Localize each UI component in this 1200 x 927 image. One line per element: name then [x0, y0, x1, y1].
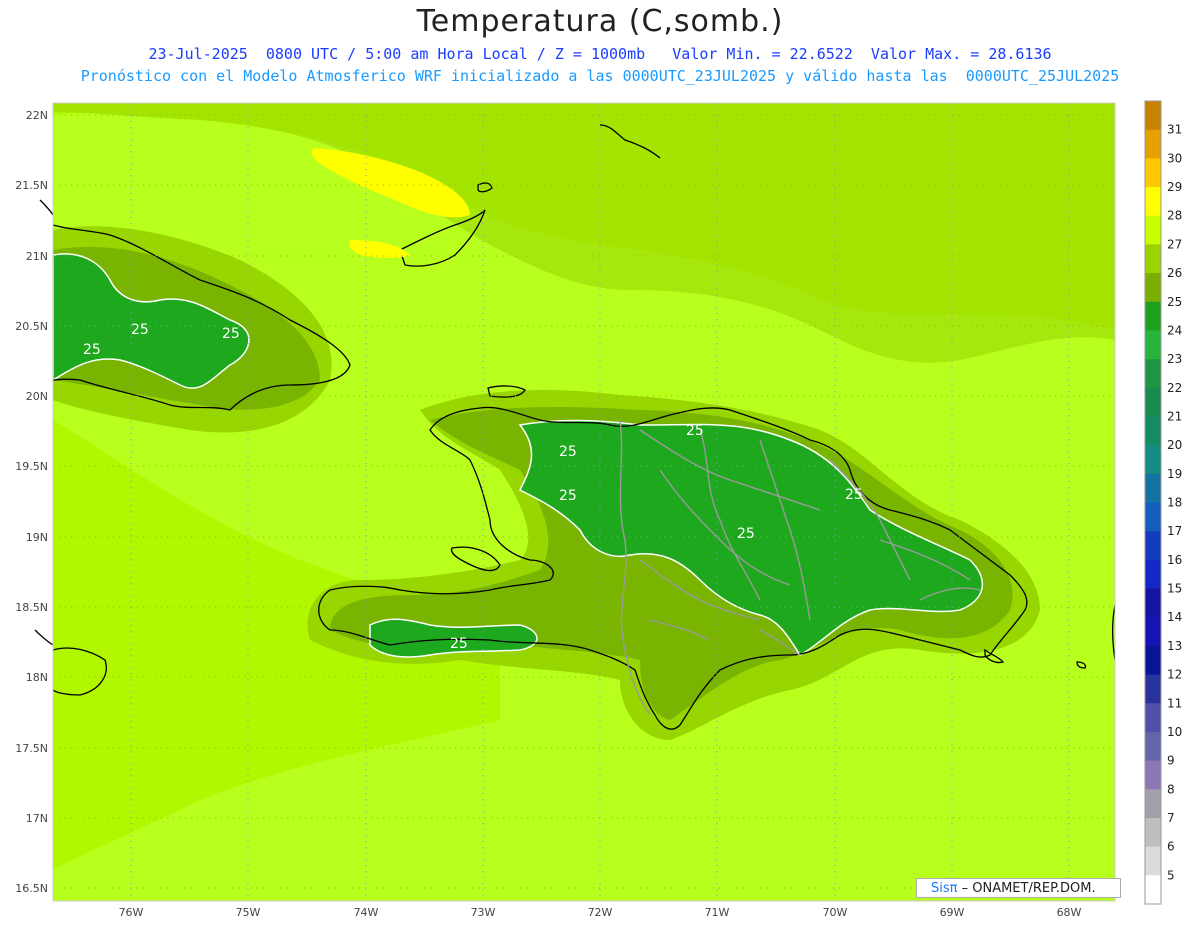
colorbar-label: 20 [1167, 438, 1182, 452]
colorbar-swatch [1145, 559, 1161, 590]
colorbar-swatch [1145, 760, 1161, 790]
lon-label: 74W [354, 906, 379, 919]
organization-label: – ONAMET/REP.DOM. [961, 881, 1096, 896]
colorbar-swatch [1145, 244, 1161, 274]
lat-label: 18.5N [15, 601, 48, 614]
colorbar-label: 24 [1167, 323, 1182, 337]
lat-label: 21N [26, 250, 48, 263]
colorbar-label: 22 [1167, 381, 1182, 395]
colorbar-label: 17 [1167, 524, 1182, 538]
colorbar-label: 14 [1167, 610, 1182, 624]
lat-axis-labels: 22N 21.5N 21N 20.5N 20N 19.5N 19N 18.5N … [15, 109, 48, 895]
lat-label: 17.5N [15, 742, 48, 755]
colorbar-swatch [1145, 416, 1161, 446]
colorbar-swatch [1145, 473, 1161, 503]
colorbar-label: 6 [1167, 840, 1175, 854]
lat-label: 22N [26, 109, 48, 122]
colorbar-label: 29 [1167, 180, 1182, 194]
colorbar-label: 28 [1167, 209, 1182, 223]
colorbar-swatch [1145, 817, 1161, 848]
lon-label: 72W [588, 906, 613, 919]
colorbar-swatch [1145, 502, 1161, 532]
contour-label: 25 [686, 423, 704, 439]
colorbar-swatch [1145, 273, 1161, 303]
lon-label: 76W [119, 906, 144, 919]
contour-label: 25 [737, 526, 755, 542]
colorbar-label: 13 [1167, 639, 1182, 653]
colorbar-swatch [1145, 645, 1161, 676]
contour-label: 25 [450, 636, 468, 652]
colorbar-label: 9 [1167, 754, 1175, 768]
colorbar-label: 19 [1167, 467, 1182, 481]
lat-label: 20N [26, 390, 48, 403]
colorbar-label: 26 [1167, 266, 1182, 280]
colorbar-swatch [1145, 846, 1161, 876]
color-scale-bar: 31 30 29 28 27 26 25 24 23 22 21 20 19 18 17 16 15 14 13 12… [1144, 100, 1182, 905]
colorbar-swatch [1145, 875, 1161, 905]
brand-logo-text: Sisπ [931, 881, 958, 896]
colorbar-swatch [1145, 588, 1161, 618]
contour-label: 25 [222, 326, 240, 342]
contour-label: 25 [131, 322, 149, 338]
colorbar-swatch [1145, 330, 1161, 360]
colorbar-swatch [1145, 445, 1161, 475]
contour-label: 25 [845, 487, 863, 503]
colorbar-label: 12 [1167, 668, 1182, 682]
colorbar-swatch [1145, 129, 1161, 159]
colorbar-swatch [1145, 301, 1161, 331]
colorbar-swatch [1145, 359, 1161, 389]
lon-label: 73W [471, 906, 496, 919]
colorbar-label: 7 [1167, 811, 1175, 825]
colorbar-label: 18 [1167, 496, 1182, 510]
colorbar-label: 30 [1167, 151, 1182, 165]
colorbar-swatch [1145, 789, 1161, 819]
colorbar-label: 8 [1167, 782, 1175, 796]
lat-label: 20.5N [15, 320, 48, 333]
lon-axis-labels: 76W 75W 74W 73W 72W 71W 70W 69W 68W [119, 906, 1082, 919]
colorbar-swatch [1145, 617, 1161, 647]
colorbar-swatch [1145, 731, 1161, 762]
lat-label: 16.5N [15, 882, 48, 895]
colorbar-swatch [1145, 674, 1161, 704]
lat-label: 17N [26, 812, 48, 825]
lat-label: 19.5N [15, 460, 48, 473]
colorbar-swatch [1145, 215, 1161, 245]
lon-label: 70W [823, 906, 848, 919]
colorbar-label: 15 [1167, 582, 1182, 596]
lat-label: 19N [26, 531, 48, 544]
colorbar-swatch [1145, 158, 1161, 188]
colorbar-swatch [1145, 703, 1161, 733]
lon-label: 71W [705, 906, 730, 919]
colorbar-label: 10 [1167, 725, 1182, 739]
colorbar-label: 11 [1167, 696, 1182, 710]
lon-label: 69W [940, 906, 965, 919]
colorbar-label: 16 [1167, 553, 1182, 567]
colorbar-swatch [1145, 101, 1161, 131]
colorbar-label: 21 [1167, 409, 1182, 423]
colorbar-label: 25 [1167, 295, 1182, 309]
colorbar-label: 5 [1167, 868, 1175, 882]
colorbar-label: 27 [1167, 237, 1182, 251]
contour-label: 25 [559, 488, 577, 504]
lat-label: 18N [26, 671, 48, 684]
lon-label: 75W [236, 906, 261, 919]
contour-label: 25 [83, 342, 101, 358]
credit-box: Sisπ – ONAMET/REP.DOM. [916, 878, 1121, 898]
lon-label: 68W [1057, 906, 1082, 919]
temperature-map: 25 25 25 25 25 25 25 25 25 22N 21.5N 21N… [15, 100, 1182, 919]
lat-label: 21.5N [15, 179, 48, 192]
colorbar-swatch [1145, 187, 1161, 217]
colorbar-swatch [1145, 387, 1161, 417]
contour-label: 25 [559, 444, 577, 460]
colorbar-label: 23 [1167, 352, 1182, 366]
colorbar-swatch [1145, 531, 1161, 561]
colorbar-label: 31 [1167, 123, 1182, 137]
